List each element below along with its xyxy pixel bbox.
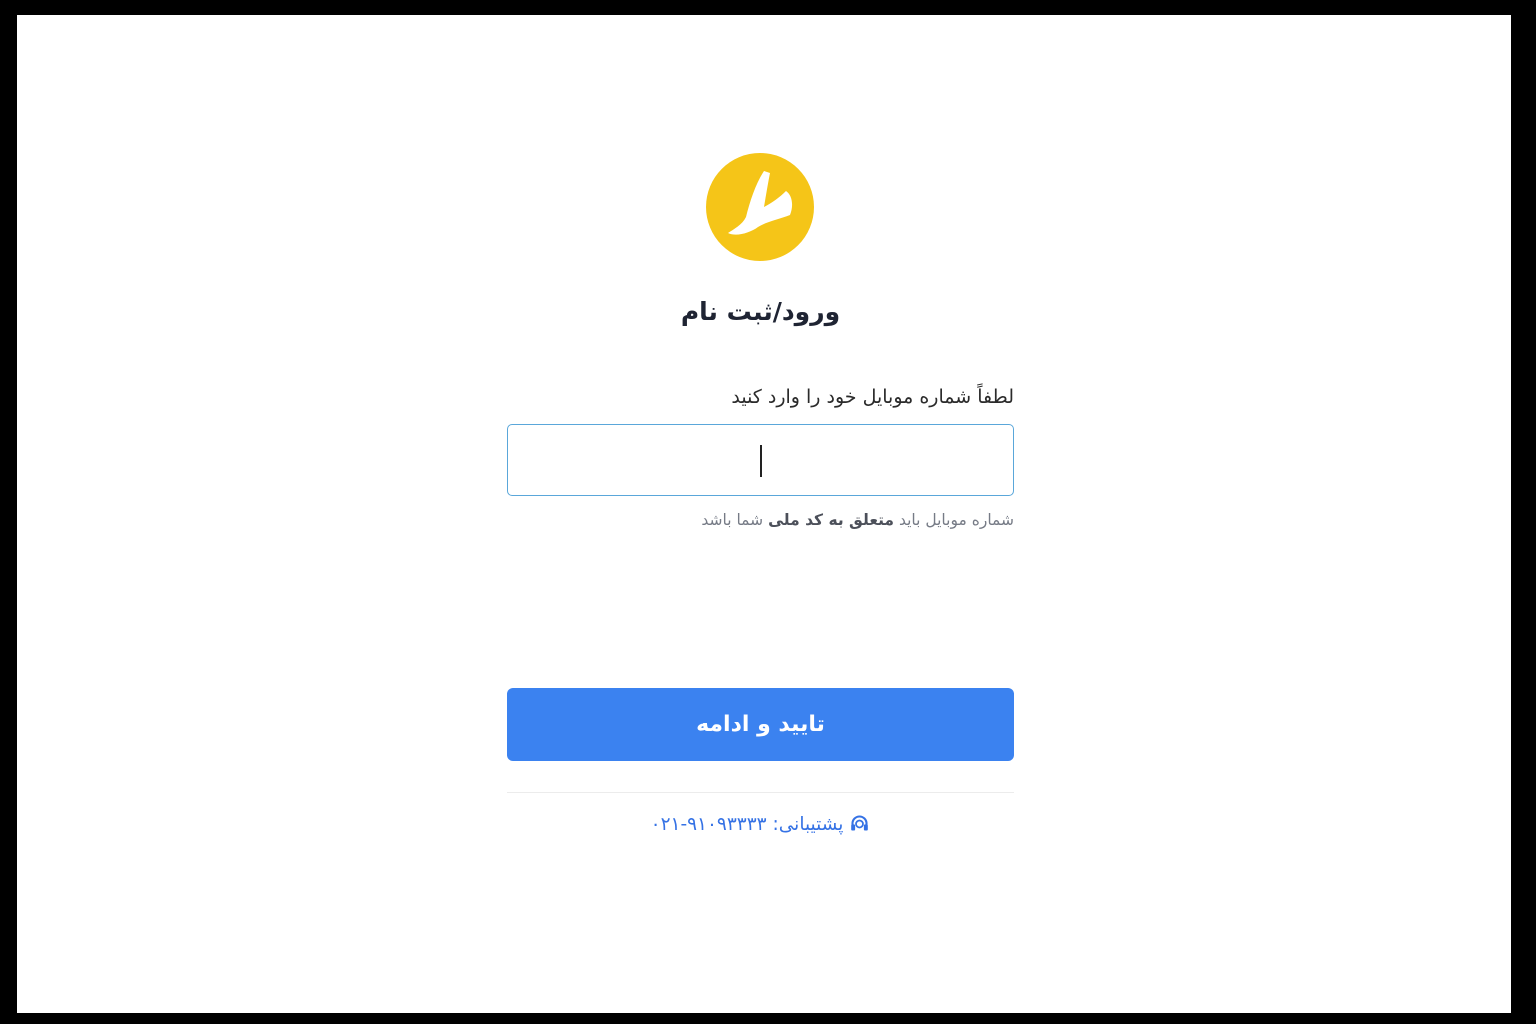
mobile-hint: شماره موبایل باید متعلق به کد ملی شما با… [701,508,1014,532]
support-line: پشتیبانی: ۰۲۱-۹۱۰۹۳۳۳۳ [507,811,1014,839]
support-label: پشتیبانی: [772,814,844,835]
headset-icon [849,813,870,834]
mobile-field-label: لطفاً شماره موبایل خود را وارد کنید [731,386,1014,408]
hint-emphasis: متعلق به کد ملی [768,511,895,529]
page-frame: ورود/ثبت نام لطفاً شماره موبایل خود را و… [17,15,1511,1013]
page-title: ورود/ثبت نام [680,297,841,326]
text-caret [760,445,762,477]
confirm-continue-button[interactable]: تایید و ادامه [507,688,1014,761]
login-panel: ورود/ثبت نام لطفاً شماره موبایل خود را و… [507,15,1014,1013]
divider [507,792,1014,793]
brand-logo-icon [706,153,814,261]
hint-prefix: شماره موبایل باید [898,511,1014,529]
support-phone-link[interactable]: ۰۲۱-۹۱۰۹۳۳۳۳ [651,811,767,839]
hint-suffix: شما باشد [701,511,764,529]
